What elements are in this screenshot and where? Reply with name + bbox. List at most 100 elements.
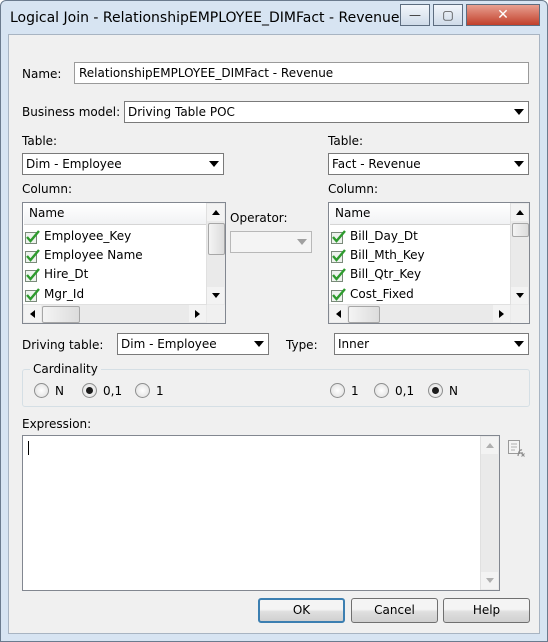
chevron-down-icon[interactable] [510,103,527,121]
column-name: Hire_Dt [44,267,89,281]
scroll-up-icon[interactable] [511,204,528,221]
right-column-list[interactable]: Name Bill_Day_Dt Bill_Mth_Key Bill_Qtr_K… [328,202,530,324]
radio-label: 1 [156,383,164,398]
scroll-left-icon[interactable] [330,305,347,322]
left-list-vertical-scrollbar[interactable] [206,203,225,305]
scroll-thumb[interactable] [208,223,225,255]
window-title: Logical Join - RelationshipEMPLOYEE_DIMF… [10,10,400,26]
left-table-label: Table: [22,134,58,148]
business-model-select[interactable]: Driving Table POC [124,101,529,123]
right-column-header[interactable]: Name [330,204,510,225]
list-item[interactable]: Hire_Dt [25,265,88,284]
left-cardinality-option[interactable]: 0,1 [82,383,122,398]
list-item[interactable]: Employee_Key [25,227,131,246]
left-column-label: Column: [22,182,72,196]
list-item[interactable]: Employee Name [25,246,143,265]
list-item[interactable]: Bill_Day_Dt [331,227,418,246]
scroll-thumb[interactable] [512,223,529,237]
expression-label: Expression: [22,417,92,431]
right-cardinality-option[interactable]: 0,1 [374,383,414,398]
check-icon [25,267,40,282]
operator-select[interactable] [230,231,312,253]
scroll-right-icon[interactable] [493,305,510,322]
operator-label: Operator: [230,211,288,225]
radio-label: 0,1 [103,383,123,398]
check-icon [331,287,346,302]
check-icon [25,229,40,244]
expression-builder-button[interactable] [505,437,527,459]
radio-label: 1 [351,383,359,398]
name-field[interactable]: RelationshipEMPLOYEE_DIMFact - Revenue [74,62,529,84]
left-table-select[interactable]: Dim - Employee [22,153,224,175]
scroll-left-icon[interactable] [24,305,41,322]
radio-01-left[interactable] [82,383,97,398]
driving-table-label: Driving table: [22,338,104,352]
type-value: Inner [338,337,370,351]
chevron-down-icon[interactable] [510,335,527,353]
driving-table-value: Dim - Employee [121,337,217,351]
chevron-down-icon[interactable] [510,155,527,173]
list-item[interactable]: Bill_Mth_Key [331,246,425,265]
expression-vertical-scrollbar[interactable] [480,436,499,590]
left-column-list[interactable]: Name Employee_Key Employee Name Hire_Dt … [22,202,226,324]
left-list-horizontal-scrollbar[interactable] [23,304,207,323]
maximize-button[interactable]: ▢ [433,4,463,26]
scroll-down-icon[interactable] [511,287,528,304]
list-item[interactable]: Mgr_Id [25,285,84,304]
cancel-button[interactable]: Cancel [351,598,438,623]
name-label: Name: [22,67,62,81]
business-model-value: Driving Table POC [128,105,235,119]
column-name: Mgr_Id [44,287,85,301]
radio-1-left[interactable] [135,383,150,398]
scroll-thumb[interactable] [42,306,80,323]
left-cardinality-option[interactable]: N [34,383,64,398]
scroll-up-icon[interactable] [207,204,224,221]
radio-n-right[interactable] [428,383,443,398]
right-table-select[interactable]: Fact - Revenue [328,153,529,175]
expression-editor[interactable] [22,435,500,591]
left-table-value: Dim - Employee [26,157,122,171]
radio-label: 0,1 [395,383,415,398]
close-button[interactable]: ✕ [466,4,540,26]
column-name: Bill_Qtr_Key [350,267,422,281]
type-label: Type: [286,338,318,352]
check-icon [331,229,346,244]
right-column-label: Column: [328,182,378,196]
right-list-vertical-scrollbar[interactable] [510,203,529,305]
left-cardinality-option[interactable]: 1 [135,383,164,398]
radio-1-right[interactable] [330,383,345,398]
column-name: Bill_Day_Dt [350,229,418,243]
text-caret [28,441,29,455]
list-item[interactable]: Cost_Fixed [331,285,414,304]
column-name: Employee_Key [44,229,132,243]
right-list-horizontal-scrollbar[interactable] [329,304,511,323]
chevron-down-icon[interactable] [293,233,310,251]
driving-table-select[interactable]: Dim - Employee [117,333,269,355]
scroll-thumb[interactable] [348,306,380,323]
scroll-down-icon[interactable] [207,287,224,304]
right-table-label: Table: [328,134,364,148]
column-name: Cost_Fixed [350,287,414,301]
left-column-header[interactable]: Name [24,204,206,225]
help-button[interactable]: Help [443,598,530,623]
scroll-down-icon[interactable] [481,572,498,589]
radio-01-right[interactable] [374,383,389,398]
minimize-button[interactable]: — [400,4,430,26]
right-cardinality-option[interactable]: N [428,383,458,398]
scroll-corner [207,305,225,323]
check-icon [331,267,346,282]
ok-button[interactable]: OK [258,598,345,623]
chevron-down-icon[interactable] [205,155,222,173]
business-model-label: Business model: [22,105,121,119]
scroll-corner [511,305,529,323]
scroll-right-icon[interactable] [189,305,206,322]
right-cardinality-option[interactable]: 1 [330,383,359,398]
chevron-down-icon[interactable] [250,335,267,353]
scroll-up-icon[interactable] [481,437,498,454]
radio-n-left[interactable] [34,383,49,398]
check-icon [25,287,40,302]
type-select[interactable]: Inner [334,333,529,355]
radio-label: N [449,383,458,398]
list-item[interactable]: Bill_Qtr_Key [331,265,421,284]
check-icon [331,248,346,263]
